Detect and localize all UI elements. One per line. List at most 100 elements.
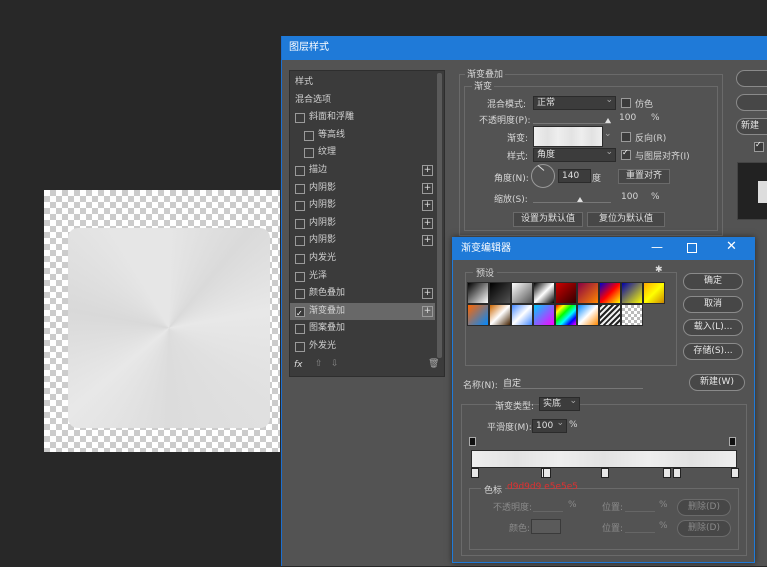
canvas-transparent-area[interactable] [44, 190, 280, 452]
scale-slider-knob[interactable] [577, 197, 583, 202]
name-input[interactable]: 自定 [503, 376, 643, 389]
add-effect-icon[interactable]: + [422, 182, 433, 194]
new-style-button[interactable]: 新建 [736, 118, 767, 135]
preset-swatch[interactable] [555, 304, 577, 326]
sidebar-scrollbar[interactable] [437, 73, 442, 358]
add-effect-icon[interactable]: + [422, 217, 433, 229]
sidebar-item[interactable]: 外发光 [290, 338, 435, 355]
preset-swatch[interactable] [533, 304, 555, 326]
sidebar-checkbox[interactable] [295, 342, 305, 352]
angle-dial[interactable] [531, 164, 555, 188]
color-stop[interactable] [543, 468, 551, 478]
cancel-button[interactable]: 取消 [683, 296, 743, 313]
style-select[interactable]: 角度 [533, 146, 616, 162]
stop-color-swatch[interactable] [531, 519, 561, 534]
angle-input[interactable]: 140 [558, 169, 591, 183]
opacity-value[interactable]: 100 [619, 113, 636, 123]
sidebar-checkbox[interactable] [304, 130, 314, 141]
preset-swatch[interactable] [467, 282, 489, 304]
reverse-checkbox[interactable] [621, 132, 631, 142]
color-stop[interactable] [663, 468, 671, 478]
preset-swatch[interactable] [489, 304, 511, 326]
sidebar-item[interactable]: 等高线 [290, 127, 435, 144]
gradient-dropdown-arrow[interactable]: ⌄ [604, 129, 612, 139]
new-gradient-button[interactable]: 新建(W) [689, 374, 745, 391]
delete-opacity-stop-button[interactable]: 删除(D) [677, 499, 731, 516]
sidebar-item[interactable]: 纹理 [290, 144, 435, 161]
stop-opacity-input[interactable] [533, 501, 563, 512]
sidebar-item[interactable]: 斜面和浮雕 [290, 109, 435, 126]
ok-button-partial[interactable] [736, 70, 767, 87]
sidebar-checkbox[interactable] [295, 289, 305, 300]
sidebar-checkbox[interactable] [295, 236, 305, 247]
color-stop[interactable] [601, 468, 609, 478]
rounded-square-layer[interactable] [68, 228, 270, 428]
preset-swatch[interactable] [577, 282, 599, 304]
sidebar-item[interactable]: 内阴影 + [290, 215, 435, 232]
opacity-slider-track[interactable] [533, 123, 611, 124]
sidebar-item[interactable]: 混合选项 [290, 92, 435, 109]
ok-button[interactable]: 确定 [683, 273, 743, 290]
save-button[interactable]: 存储(S)... [683, 343, 743, 360]
delete-color-stop-button[interactable]: 删除(D) [677, 520, 731, 537]
preset-swatch[interactable] [643, 282, 665, 304]
close-icon[interactable]: ✕ [726, 239, 737, 254]
scale-slider-track[interactable] [533, 202, 611, 203]
gradient-ramp-bar[interactable] [471, 450, 737, 468]
sidebar-checkbox[interactable] [304, 148, 314, 159]
load-button[interactable]: 载入(L)... [683, 319, 743, 336]
fx-button[interactable]: fx [294, 360, 303, 370]
add-effect-icon[interactable]: + [422, 288, 433, 300]
color-stop[interactable] [731, 468, 739, 478]
trash-icon[interactable]: 🗑 [428, 359, 439, 369]
sidebar-item[interactable]: 内阴影 + [290, 180, 435, 197]
preset-swatch[interactable] [599, 304, 621, 326]
preset-swatch[interactable] [467, 304, 489, 326]
opacity-stop-left[interactable] [469, 437, 476, 446]
presets-gear-icon[interactable]: ✱ [655, 265, 663, 275]
dither-checkbox[interactable] [621, 98, 631, 108]
move-down-icon[interactable]: ⇩ [331, 359, 339, 369]
move-up-icon[interactable]: ⇧ [315, 359, 323, 369]
preset-swatch[interactable] [621, 282, 643, 304]
preset-swatch[interactable] [621, 304, 643, 326]
gradient-type-select[interactable]: 实底 [539, 395, 580, 411]
preset-swatch[interactable] [511, 304, 533, 326]
smoothness-select[interactable]: 100 [532, 417, 567, 433]
reset-align-button[interactable]: 重置对齐 [618, 169, 670, 184]
sidebar-checkbox[interactable] [295, 271, 305, 282]
sidebar-checkbox[interactable] [295, 254, 305, 264]
cancel-button-partial[interactable] [736, 94, 767, 111]
preset-swatch[interactable] [511, 282, 533, 304]
minimize-icon[interactable]: — [651, 240, 663, 254]
sidebar-item[interactable]: 图案叠加 [290, 320, 435, 337]
preset-swatch[interactable] [489, 282, 511, 304]
sidebar-item[interactable]: 颜色叠加 + [290, 285, 435, 302]
sidebar-item[interactable]: 描边 + [290, 162, 435, 179]
stop-location-input-1[interactable] [625, 501, 655, 512]
add-effect-icon[interactable]: + [422, 200, 433, 212]
add-effect-icon[interactable]: + [422, 165, 433, 176]
add-effect-icon[interactable]: + [422, 235, 433, 247]
sidebar-item[interactable]: 光泽 [290, 268, 435, 285]
sidebar-item[interactable]: 内发光 [290, 250, 435, 267]
sidebar-item[interactable]: 内阴影 + [290, 232, 435, 249]
reset-default-button[interactable]: 复位为默认值 [587, 212, 665, 227]
sidebar-item[interactable]: 渐变叠加 + [290, 302, 435, 322]
sidebar-checkbox[interactable] [295, 324, 305, 335]
preset-swatch[interactable] [555, 282, 577, 304]
preview-checkbox[interactable] [754, 140, 764, 152]
preset-swatch[interactable] [577, 304, 599, 326]
maximize-icon[interactable] [687, 243, 697, 253]
opacity-slider-knob[interactable] [605, 118, 611, 123]
sidebar-checkbox[interactable] [295, 166, 305, 176]
sidebar-item[interactable]: 内阴影 + [290, 197, 435, 214]
sidebar-item[interactable]: 样式 [290, 74, 435, 91]
color-stop[interactable] [471, 468, 479, 478]
color-stop[interactable] [673, 468, 681, 478]
add-effect-icon[interactable]: + [422, 305, 433, 317]
sidebar-checkbox[interactable] [295, 113, 305, 124]
opacity-stop-right[interactable] [729, 437, 736, 446]
stop-location-input-2[interactable] [625, 522, 655, 533]
set-default-button[interactable]: 设置为默认值 [513, 212, 583, 227]
